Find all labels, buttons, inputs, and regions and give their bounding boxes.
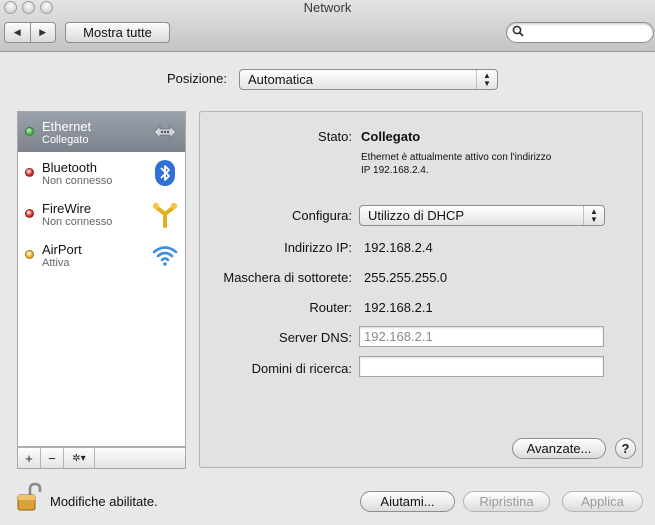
ip-address-label: Indirizzo IP:	[284, 240, 352, 255]
dns-server-field[interactable]: 192.168.2.1	[359, 326, 604, 347]
status-description-line2: IP 192.168.2.4.	[361, 165, 429, 176]
search-input[interactable]	[506, 22, 654, 43]
ethernet-icon	[153, 125, 177, 139]
ip-address-value: 192.168.2.4	[364, 240, 433, 255]
show-all-button[interactable]: Mostra tutte	[65, 22, 170, 43]
search-domains-field[interactable]	[359, 356, 604, 377]
service-item-bluetooth[interactable]: Bluetooth Non connesso	[18, 153, 185, 193]
firewire-icon	[152, 202, 178, 228]
subnet-mask-label: Maschera di sottorete:	[223, 270, 352, 285]
configure-value: Utilizzo di DHCP	[368, 208, 465, 223]
forward-arrow-icon[interactable]: ▶	[31, 23, 56, 42]
popup-arrows-icon: ▲ ▼	[476, 70, 497, 89]
back-arrow-icon[interactable]: ◀	[5, 23, 31, 42]
search-domains-label: Domini di ricerca:	[251, 361, 352, 376]
airport-wifi-icon	[152, 246, 178, 266]
back-forward-control: ◀ ▶	[4, 22, 56, 43]
status-dot	[25, 168, 34, 177]
status-dot	[25, 127, 34, 136]
popup-arrows-icon: ▲ ▼	[583, 206, 604, 225]
service-name: FireWire	[42, 201, 92, 216]
service-status: Non connesso	[42, 175, 113, 187]
advanced-button[interactable]: Avanzate...	[512, 438, 606, 459]
location-value: Automatica	[248, 72, 314, 87]
remove-service-button[interactable]: −	[41, 448, 64, 468]
assist-me-button[interactable]: Aiutami...	[360, 491, 455, 512]
status-description-line1: Ethernet è attualmente attivo con l'indi…	[361, 152, 552, 163]
status-dot	[25, 250, 34, 259]
location-label: Posizione:	[167, 71, 227, 86]
bluetooth-icon	[155, 160, 175, 186]
status-dot	[25, 209, 34, 218]
service-item-ethernet[interactable]: Ethernet Collegato	[18, 112, 185, 152]
status-label: Stato:	[318, 129, 352, 144]
dns-server-label: Server DNS:	[279, 330, 352, 345]
service-list-controls: + − ✲▾	[17, 447, 186, 469]
service-item-airport[interactable]: AirPort Attiva	[18, 235, 185, 275]
service-list: Ethernet Collegato Bluetooth Non conness…	[17, 111, 186, 447]
router-value: 192.168.2.1	[364, 300, 433, 315]
subnet-mask-value: 255.255.255.0	[364, 270, 448, 285]
add-service-button[interactable]: +	[18, 448, 41, 468]
help-button[interactable]: ?	[615, 438, 636, 459]
gear-menu-button[interactable]: ✲▾	[64, 448, 95, 468]
service-name: AirPort	[42, 242, 82, 257]
service-status: Collegato	[42, 134, 89, 146]
window-title: Network	[303, 0, 352, 15]
service-status: Non connesso	[42, 216, 113, 228]
service-status: Attiva	[42, 257, 70, 269]
router-label: Router:	[309, 300, 352, 315]
service-item-firewire[interactable]: FireWire Non connesso	[18, 194, 185, 234]
lock-open-icon[interactable]	[15, 482, 43, 512]
search-icon	[512, 25, 524, 40]
configure-label: Configura:	[292, 208, 352, 223]
service-name: Bluetooth	[42, 160, 97, 175]
location-popup[interactable]: Automatica ▲ ▼	[239, 69, 498, 90]
revert-button[interactable]: Ripristina	[463, 491, 550, 512]
service-name: Ethernet	[42, 119, 92, 134]
status-value: Collegato	[361, 129, 421, 144]
configure-popup[interactable]: Utilizzo di DHCP ▲ ▼	[359, 205, 605, 226]
apply-button[interactable]: Applica	[562, 491, 643, 512]
lock-status-text: Modifiche abilitate.	[50, 494, 158, 509]
window-toolbar: Network ◀ ▶ Mostra tutte	[0, 0, 655, 52]
